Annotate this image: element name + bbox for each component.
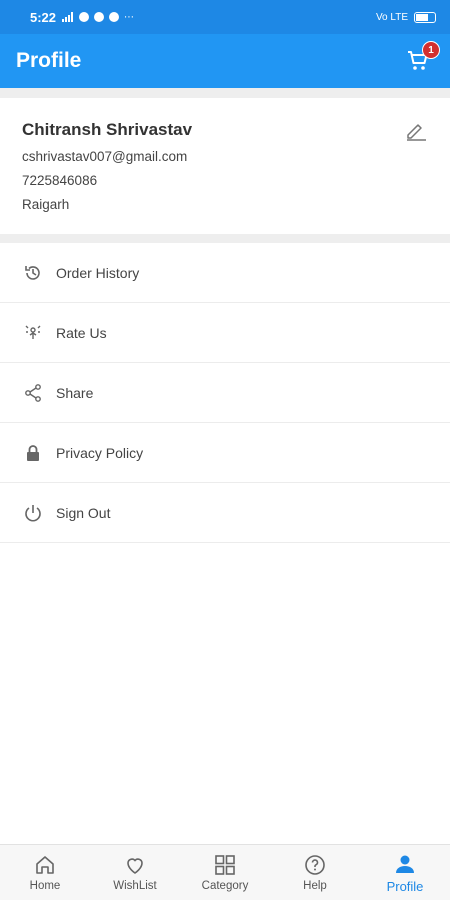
nav-label: Category [201, 880, 249, 892]
divider-band [0, 234, 450, 243]
status-right: Vo LTE [375, 11, 436, 23]
menu-item-label: Share [56, 384, 94, 401]
battery-icon [414, 11, 436, 23]
menu-item-order-history[interactable]: Order History [0, 243, 450, 303]
edit-icon [407, 124, 426, 141]
status-time: 5:22 [30, 9, 57, 25]
divider-band [0, 88, 450, 98]
person-icon [393, 852, 417, 876]
nav-help[interactable]: Help [270, 845, 360, 900]
profile-email: cshrivastav007@gmail.com [22, 149, 188, 164]
heart-icon [123, 853, 147, 877]
profile-phone: 7225846086 [22, 173, 98, 188]
bottom-nav: Home WishList Category Help Profile [0, 844, 450, 900]
nav-label: Home [29, 880, 61, 892]
menu-item-privacy-policy[interactable]: Privacy Policy [0, 423, 450, 483]
grid-icon [213, 853, 237, 877]
nav-home[interactable]: Home [0, 845, 90, 900]
profile-menu: Order History Rate Us Share Privacy Poli… [0, 243, 450, 543]
nav-profile[interactable]: Profile [360, 845, 450, 900]
status-bar: 5:22 ⋯ Vo LTE [0, 0, 450, 34]
carrier-label: Vo LTE [375, 11, 408, 23]
menu-item-label: Rate Us [56, 324, 107, 341]
nav-label: WishList [113, 880, 157, 892]
notification-icon [79, 12, 90, 22]
power-icon [22, 502, 44, 524]
nav-label: Profile [386, 878, 424, 894]
menu-item-label: Privacy Policy [56, 444, 144, 461]
rate-icon [22, 322, 44, 344]
more-icon: ⋯ [124, 11, 135, 23]
edit-profile-button[interactable] [404, 118, 428, 142]
nav-label: Help [303, 880, 327, 892]
menu-item-label: Sign Out [56, 504, 111, 521]
menu-item-share[interactable]: Share [0, 363, 450, 423]
profile-card: Chitransh Shrivastav cshrivastav007@gmai… [0, 98, 450, 234]
nav-category[interactable]: Category [180, 845, 270, 900]
profile-city: Raigarh [22, 197, 70, 212]
profile-name: Chitransh Shrivastav [22, 120, 193, 139]
nav-wishlist[interactable]: WishList [90, 845, 180, 900]
page-title: Profile [16, 49, 82, 72]
status-icons: ⋯ [62, 12, 134, 23]
menu-item-sign-out[interactable]: Sign Out [0, 483, 450, 543]
menu-item-label: Order History [56, 264, 140, 281]
history-icon [22, 262, 44, 284]
whatsapp-icon [94, 12, 105, 22]
app-icon [109, 12, 120, 22]
help-icon [303, 853, 327, 877]
lock-icon [22, 442, 44, 464]
share-icon [22, 382, 44, 404]
cart-badge: 1 [422, 41, 440, 59]
signal-icon [62, 12, 74, 22]
menu-item-rate-us[interactable]: Rate Us [0, 303, 450, 363]
cart-button[interactable]: 1 [402, 41, 440, 77]
app-bar: Profile 1 [0, 34, 450, 88]
home-icon [33, 853, 57, 877]
